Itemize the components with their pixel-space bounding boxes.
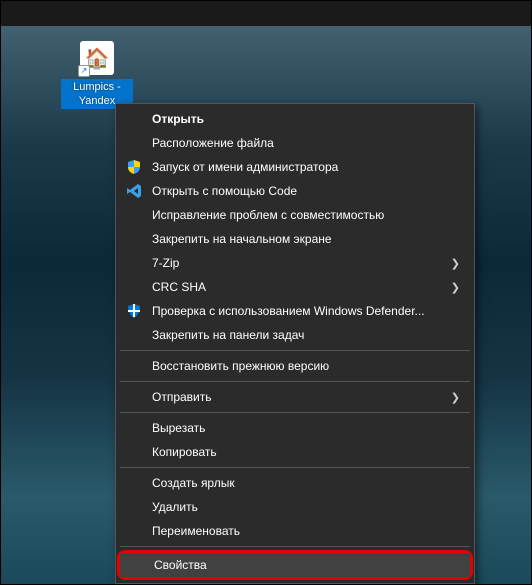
menu-item-pin-to-start[interactable]: Закрепить на начальном экране	[118, 227, 472, 251]
shortcut-icon: 🏠 ↗	[80, 41, 114, 75]
menu-item-file-location[interactable]: Расположение файла	[118, 131, 472, 155]
menu-label: Расположение файла	[152, 136, 444, 150]
defender-shield-icon	[125, 302, 143, 320]
menu-label: Переименовать	[152, 524, 444, 538]
menu-label: Проверка с использованием Windows Defend…	[152, 304, 444, 318]
chevron-right-icon: ❯	[451, 257, 460, 270]
menu-item-properties[interactable]: Свойства	[120, 553, 470, 577]
menu-separator	[120, 467, 470, 468]
desktop-dark-strip	[1, 1, 531, 26]
menu-item-copy[interactable]: Копировать	[118, 440, 472, 464]
menu-label: Вырезать	[152, 421, 444, 435]
chevron-right-icon: ❯	[451, 391, 460, 404]
shortcut-arrow-icon: ↗	[78, 65, 90, 77]
menu-label: Закрепить на начальном экране	[152, 232, 444, 246]
menu-label: Отправить	[152, 390, 444, 404]
context-menu: Открыть Расположение файла Запуск от име…	[115, 103, 475, 584]
menu-item-open[interactable]: Открыть	[118, 107, 472, 131]
menu-item-pin-to-taskbar[interactable]: Закрепить на панели задач	[118, 323, 472, 347]
menu-label: Исправление проблем с совместимостью	[152, 208, 444, 222]
menu-item-open-with-code[interactable]: Открыть с помощью Code	[118, 179, 472, 203]
chevron-right-icon: ❯	[451, 281, 460, 294]
menu-label: Открыть с помощью Code	[152, 184, 444, 198]
menu-label: Копировать	[152, 445, 444, 459]
menu-item-7zip[interactable]: 7-Zip ❯	[118, 251, 472, 275]
menu-label: Восстановить прежнюю версию	[152, 359, 444, 373]
menu-separator	[120, 412, 470, 413]
menu-item-send-to[interactable]: Отправить ❯	[118, 385, 472, 409]
shield-icon	[125, 158, 143, 176]
desktop[interactable]: 🏠 ↗ Lumpics - Yandex Открыть Расположени…	[1, 1, 531, 584]
menu-label: Запуск от имени администратора	[152, 160, 444, 174]
desktop-shortcut-lumpics-yandex[interactable]: 🏠 ↗ Lumpics - Yandex	[61, 41, 133, 109]
menu-item-crc-sha[interactable]: CRC SHA ❯	[118, 275, 472, 299]
menu-label: Удалить	[152, 500, 444, 514]
menu-separator	[120, 381, 470, 382]
menu-item-rename[interactable]: Переименовать	[118, 519, 472, 543]
menu-item-cut[interactable]: Вырезать	[118, 416, 472, 440]
highlight-annotation: Свойства	[117, 550, 473, 580]
menu-item-scan-defender[interactable]: Проверка с использованием Windows Defend…	[118, 299, 472, 323]
menu-item-create-shortcut[interactable]: Создать ярлык	[118, 471, 472, 495]
vscode-icon	[125, 182, 143, 200]
menu-item-troubleshoot-compat[interactable]: Исправление проблем с совместимостью	[118, 203, 472, 227]
menu-label: Создать ярлык	[152, 476, 444, 490]
menu-label: Закрепить на панели задач	[152, 328, 444, 342]
menu-item-restore-previous[interactable]: Восстановить прежнюю версию	[118, 354, 472, 378]
menu-label: Свойства	[154, 558, 442, 572]
menu-item-delete[interactable]: Удалить	[118, 495, 472, 519]
menu-label: CRC SHA	[152, 280, 444, 294]
menu-separator	[120, 546, 470, 547]
menu-label: 7-Zip	[152, 256, 444, 270]
menu-item-run-as-admin[interactable]: Запуск от имени администратора	[118, 155, 472, 179]
menu-label: Открыть	[152, 112, 444, 126]
menu-separator	[120, 350, 470, 351]
